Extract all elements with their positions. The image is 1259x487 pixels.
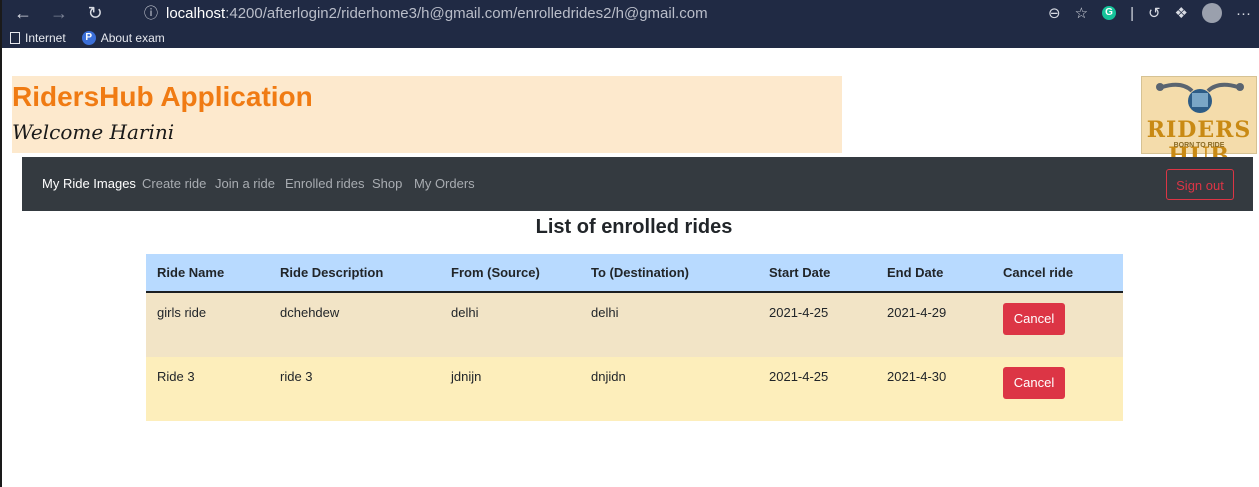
ride-end-date-cell: 2021-4-29 — [876, 292, 992, 357]
nav-my-ride-images[interactable]: My Ride Images — [42, 176, 136, 192]
browser-window: ← → ↻ ⓘ localhost:4200/afterlogin2/riderh… — [0, 0, 1259, 487]
browser-toolbar: ← → ↻ ⓘ localhost:4200/afterlogin2/riderh… — [2, 0, 1259, 48]
extensions-icon[interactable]: ❖ — [1175, 4, 1188, 22]
cancel-cell: Cancel — [992, 292, 1123, 357]
history-icon[interactable]: ↺ — [1148, 4, 1161, 22]
ride-end-date-cell: 2021-4-30 — [876, 357, 992, 421]
divider-icon: | — [1130, 4, 1134, 22]
nav-my-orders[interactable]: My Orders — [414, 176, 475, 192]
ride-description-cell: dchehdew — [269, 292, 440, 357]
ride-destination-cell: delhi — [580, 292, 758, 357]
ride-destination-cell: dnjidn — [580, 357, 758, 421]
nav-enrolled-rides[interactable]: Enrolled rides — [285, 176, 365, 192]
browser-right-icons: ⊖ ☆ G | ↺ ❖ ··· — [1048, 2, 1251, 24]
cancel-ride-button[interactable]: Cancel — [1003, 303, 1065, 335]
ride-description-cell: ride 3 — [269, 357, 440, 421]
app-title: RidersHub Application — [12, 81, 313, 112]
cancel-ride-button[interactable]: Cancel — [1003, 367, 1065, 399]
ride-start-date-cell: 2021-4-25 — [758, 292, 876, 357]
column-header: Cancel ride — [992, 254, 1123, 293]
ride-source-cell: delhi — [440, 292, 580, 357]
column-header: From (Source) — [440, 254, 580, 293]
nav-shop[interactable]: Shop — [372, 176, 402, 192]
info-icon[interactable]: ⓘ — [144, 2, 166, 24]
grammarly-extension-icon[interactable]: G — [1102, 6, 1117, 20]
address-row: ← → ↻ ⓘ localhost:4200/afterlogin2/riderh… — [2, 0, 1259, 27]
pinterest-icon: P — [81, 30, 96, 45]
column-header: End Date — [876, 254, 992, 293]
motorcycle-icon — [1156, 82, 1244, 113]
main-navbar: My Ride Images Create ride Join a ride E… — [22, 157, 1253, 211]
table-header-row: Ride Name Ride Description From (Source)… — [146, 254, 1123, 293]
favorite-label: Internet — [25, 30, 66, 45]
forward-arrow-icon[interactable]: → — [46, 2, 72, 24]
column-header: To (Destination) — [580, 254, 758, 293]
more-menu-icon[interactable]: ··· — [1236, 5, 1251, 22]
column-header: Ride Name — [146, 254, 269, 293]
address-bar[interactable]: ⓘ localhost:4200/afterlogin2/riderhome3/h… — [144, 2, 984, 24]
page-title: List of enrolled rides — [535, 216, 733, 238]
nav-create-ride[interactable]: Create ride — [142, 176, 206, 192]
enrolled-rides-table: Ride Name Ride Description From (Source)… — [146, 254, 1123, 421]
profile-avatar-icon[interactable] — [1202, 3, 1222, 23]
sign-out-button[interactable]: Sign out — [1166, 169, 1234, 200]
welcome-message: Welcome Harini — [12, 120, 175, 144]
column-header: Start Date — [758, 254, 876, 293]
favorites-bar: Internet P About exam — [2, 27, 1259, 48]
logo-tagline: BORN TO RIDE — [1173, 142, 1225, 149]
column-header: Ride Description — [269, 254, 440, 293]
url-host: localhost — [166, 5, 226, 22]
page-icon — [10, 31, 20, 44]
favorite-label: About exam — [100, 30, 165, 45]
ride-name-cell: Ride 3 — [146, 357, 269, 421]
favorite-about-exam[interactable]: P About exam — [81, 30, 165, 45]
table-row: Ride 3 ride 3 jdnijn dnjidn 2021-4-25 20… — [146, 357, 1123, 421]
add-favorite-icon[interactable]: ☆ — [1075, 4, 1088, 22]
refresh-icon[interactable]: ↻ — [82, 2, 108, 24]
ride-name-cell: girls ride — [146, 292, 269, 357]
ride-start-date-cell: 2021-4-25 — [758, 357, 876, 421]
table-row: girls ride dchehdew delhi delhi 2021-4-2… — [146, 292, 1123, 357]
ridershub-logo: RIDERS HUB BORN TO RIDE — [1141, 76, 1257, 169]
zoom-icon[interactable]: ⊖ — [1048, 4, 1061, 22]
url-path: :4200/afterlogin2/riderhome3/h@gmail.com… — [225, 5, 708, 22]
ride-source-cell: jdnijn — [440, 357, 580, 421]
back-arrow-icon[interactable]: ← — [10, 2, 36, 24]
favorite-internet[interactable]: Internet — [10, 31, 66, 45]
nav-join-a-ride[interactable]: Join a ride — [215, 176, 275, 192]
cancel-cell: Cancel — [992, 357, 1123, 421]
